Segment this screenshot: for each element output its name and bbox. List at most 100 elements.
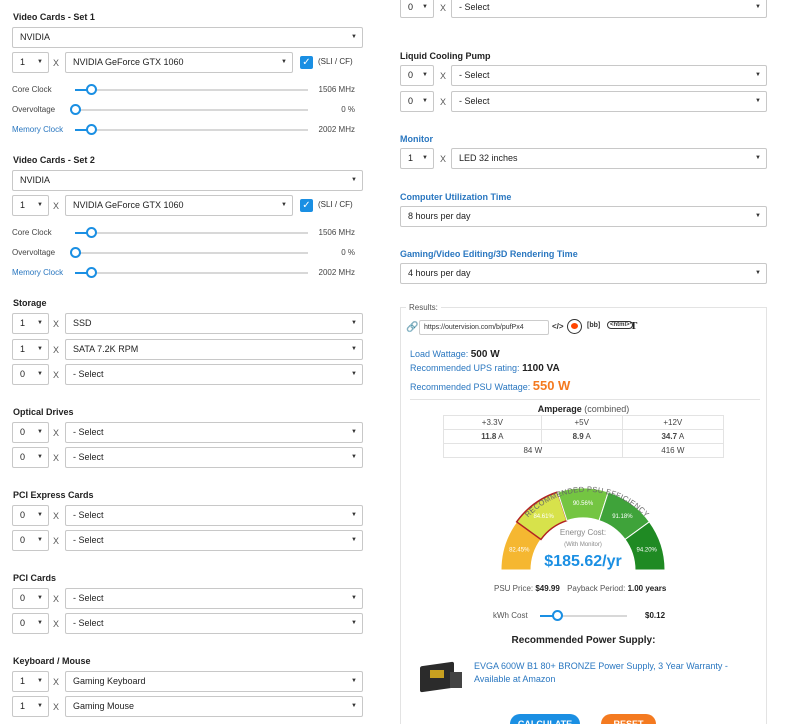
monitor-qty-select[interactable]: 1 ▼ <box>400 148 434 169</box>
keyboard-item-select[interactable]: Gaming Mouse ▼ <box>65 696 363 717</box>
chevron-down-icon: ▼ <box>351 371 357 377</box>
embed-code-icon[interactable]: </> <box>552 322 564 331</box>
share-url-input[interactable]: https://outervision.com/b/pufPx4 <box>419 320 549 335</box>
kwh-cost-label: kWh Cost <box>493 611 528 620</box>
storage-item-select[interactable]: SATA 7.2K RPM ▼ <box>65 339 363 360</box>
text-format-icon[interactable]: T <box>630 320 637 332</box>
pci-item-select[interactable]: - Select ▼ <box>65 613 363 634</box>
link-icon: 🔗 <box>406 322 419 333</box>
optical-item-select-value: - Select <box>73 427 104 437</box>
storage-qty-select[interactable]: 0 ▼ <box>12 364 49 385</box>
video-set1-sli-checkbox[interactable]: ✓ <box>300 56 313 69</box>
gaming-select[interactable]: 4 hours per day ▼ <box>400 263 767 284</box>
gauge-segment-label: 82.45% <box>509 547 530 553</box>
core-clock-value: 1506 MHz <box>318 228 355 237</box>
utilization-select[interactable]: 8 hours per day ▼ <box>400 206 767 227</box>
pci-express-qty-select[interactable]: 0 ▼ <box>12 505 49 526</box>
storage-item-select[interactable]: SSD ▼ <box>65 313 363 334</box>
utilization-value: 8 hours per day <box>408 211 471 221</box>
optical-qty-select[interactable]: 0 ▼ <box>12 447 49 468</box>
amperage-heading: Amperage (combined) <box>443 404 724 414</box>
energy-cost-label: Energy Cost: <box>560 528 606 537</box>
recommended-psu-link[interactable]: EVGA 600W B1 80+ BRONZE Power Supply, 3 … <box>474 660 754 686</box>
chevron-down-icon: ▼ <box>422 4 428 10</box>
energy-cost-value: $185.62/yr <box>544 553 621 570</box>
html-code-icon[interactable]: <html> <box>607 321 633 329</box>
chevron-down-icon: ▼ <box>755 72 761 78</box>
keyboard-item-select[interactable]: Gaming Keyboard ▼ <box>65 671 363 692</box>
pci-qty-select[interactable]: 0 ▼ <box>12 588 49 609</box>
pci-express-qty-select[interactable]: 0 ▼ <box>12 530 49 551</box>
amp-value-12v: 34.7 <box>661 432 678 441</box>
chevron-down-icon: ▼ <box>281 59 287 65</box>
chevron-down-icon: ▼ <box>422 98 428 104</box>
core-clock-slider-knob[interactable] <box>85 227 97 238</box>
calculate-button[interactable]: CALCULATE <box>510 714 580 724</box>
gauge-segment-label: 84.61% <box>533 514 554 520</box>
chevron-down-icon: ▼ <box>37 537 43 543</box>
pci-qty-select[interactable]: 0 ▼ <box>12 613 49 634</box>
pci-express-item-select[interactable]: - Select ▼ <box>65 505 363 526</box>
video-set1-brand-select[interactable]: NVIDIA ▼ <box>12 27 363 48</box>
reset-button[interactable]: RESET <box>601 714 656 724</box>
chevron-down-icon: ▼ <box>351 537 357 543</box>
psu-wattage-label: Recommended PSU Wattage: <box>410 382 531 392</box>
pump-item-select[interactable]: - Select ▼ <box>451 65 767 86</box>
pump-item-select[interactable]: - Select ▼ <box>451 91 767 112</box>
core-clock-slider-knob[interactable] <box>85 84 97 95</box>
chevron-down-icon: ▼ <box>351 454 357 460</box>
video-set2-qty-select[interactable]: 1 ▼ <box>12 195 49 216</box>
watts-12v: 416 W <box>621 443 725 458</box>
pump-qty-select[interactable]: 0 ▼ <box>400 65 434 86</box>
memory-clock-slider-track[interactable] <box>75 129 308 131</box>
table-row: 11.8 A 8.9 A 34.7 A <box>443 429 725 444</box>
pci-item-select[interactable]: - Select ▼ <box>65 588 363 609</box>
chevron-down-icon: ▼ <box>37 512 43 518</box>
bbcode-icon[interactable]: [bb] <box>587 322 600 329</box>
video-set1-model-select[interactable]: NVIDIA GeForce GTX 1060 ▼ <box>65 52 293 73</box>
times-sign: X <box>53 201 60 211</box>
monitor-select[interactable]: LED 32 inches ▼ <box>451 148 767 169</box>
video-set2-sli-checkbox[interactable]: ✓ <box>300 199 313 212</box>
top-item-select[interactable]: - Select ▼ <box>451 0 767 18</box>
core-clock-slider-track[interactable] <box>75 232 308 234</box>
storage-qty-select[interactable]: 1 ▼ <box>12 313 49 334</box>
chevron-down-icon: ▼ <box>37 429 43 435</box>
storage-item-select[interactable]: - Select ▼ <box>65 364 363 385</box>
video-set2-model-select[interactable]: NVIDIA GeForce GTX 1060 ▼ <box>65 195 293 216</box>
top-qty-select[interactable]: 0 ▼ <box>400 0 434 18</box>
storage-qty-select[interactable]: 1 ▼ <box>12 339 49 360</box>
chevron-down-icon: ▼ <box>37 620 43 626</box>
chevron-down-icon: ▼ <box>37 371 43 377</box>
memory-clock-slider-track[interactable] <box>75 272 308 274</box>
memory-clock-slider-knob[interactable] <box>85 124 97 135</box>
storage-item-select-value: SSD <box>73 318 92 328</box>
optical-item-select[interactable]: - Select ▼ <box>65 422 363 443</box>
overvoltage-slider-track[interactable] <box>75 252 308 254</box>
core-clock-label: Core Clock <box>12 85 52 94</box>
gauge-segment-label: 91.18% <box>612 514 633 520</box>
efficiency-gauge: 82.45%84.61%90.56%91.18%94.20% RECOMMEND… <box>500 485 666 571</box>
video-set2-brand-select[interactable]: NVIDIA ▼ <box>12 170 363 191</box>
video-set1-qty-select[interactable]: 1 ▼ <box>12 52 49 73</box>
overvoltage-slider-knob[interactable] <box>70 104 81 115</box>
memory-clock-label: Memory Clock <box>12 125 64 134</box>
keyboard-qty-select[interactable]: 1 ▼ <box>12 671 49 692</box>
table-row: +3.3V +5V +12V <box>443 415 725 430</box>
optical-item-select[interactable]: - Select ▼ <box>65 447 363 468</box>
chevron-down-icon: ▼ <box>37 454 43 460</box>
pci-express-item-select[interactable]: - Select ▼ <box>65 530 363 551</box>
pump-qty-select[interactable]: 0 ▼ <box>400 91 434 112</box>
overvoltage-slider-knob[interactable] <box>70 247 81 258</box>
memory-clock-label: Memory Clock <box>12 268 64 277</box>
gaming-value: 4 hours per day <box>408 268 471 278</box>
overvoltage-slider-track[interactable] <box>75 109 308 111</box>
chevron-down-icon: ▼ <box>422 155 428 161</box>
memory-clock-slider-knob[interactable] <box>85 267 97 278</box>
psu-product-image[interactable] <box>416 658 464 694</box>
core-clock-slider-track[interactable] <box>75 89 308 91</box>
optical-qty-select[interactable]: 0 ▼ <box>12 422 49 443</box>
keyboard-qty-select[interactable]: 1 ▼ <box>12 696 49 717</box>
results-legend: Results: <box>406 303 441 312</box>
reddit-icon[interactable] <box>567 319 582 334</box>
